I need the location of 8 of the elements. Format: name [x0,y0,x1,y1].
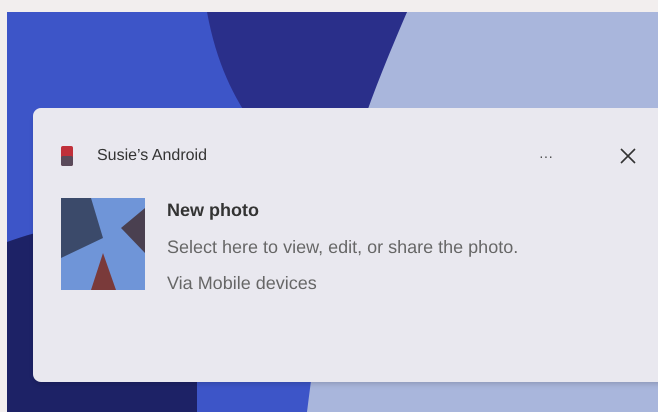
notification-card[interactable]: Susie’s Android ··· New photo Select here to view, edit, or share the photo. Via Mobile devices [33,108,658,382]
close-icon[interactable] [619,147,637,165]
more-options-button[interactable]: ··· [535,146,557,166]
notification-body: Select here to view, edit, or share the photo. [167,236,520,259]
notification-title: New photo [167,199,260,222]
app-name: Susie’s Android [97,146,207,166]
phone-icon [61,146,73,166]
notification-source: Via Mobile devices [167,272,318,295]
